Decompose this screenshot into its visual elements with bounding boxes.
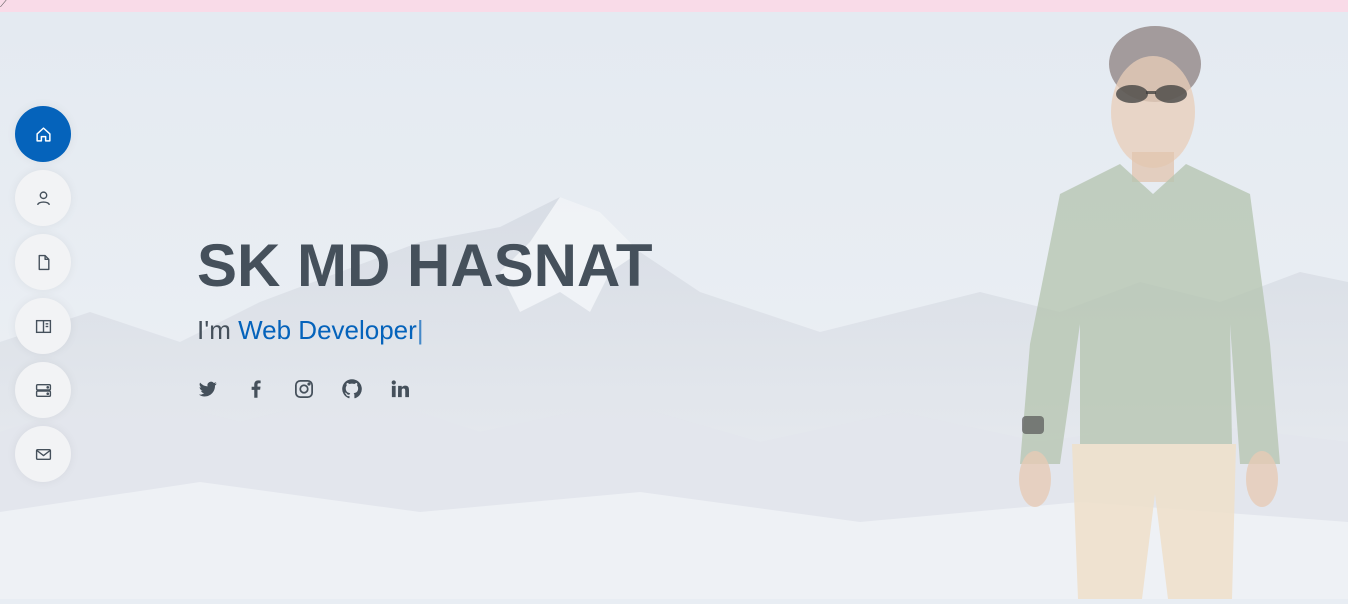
facebook-link[interactable] xyxy=(245,378,267,400)
twitter-link[interactable] xyxy=(197,378,219,400)
hero-text: SK MD HASNAT I'm Web Developer| xyxy=(197,230,653,346)
server-icon xyxy=(35,383,51,397)
nav-services-button[interactable] xyxy=(15,362,71,418)
profile-photo xyxy=(1000,24,1290,599)
typed-cursor: | xyxy=(416,315,424,345)
linkedin-link[interactable] xyxy=(389,378,411,400)
github-icon xyxy=(342,379,362,399)
facebook-icon xyxy=(251,380,261,398)
social-links xyxy=(197,378,411,400)
nav-about-button[interactable] xyxy=(15,170,71,226)
twitter-icon xyxy=(198,381,217,397)
nav-contact-button[interactable] xyxy=(15,426,71,482)
linkedin-icon xyxy=(391,380,409,398)
instagram-icon xyxy=(295,380,313,398)
book-half-icon xyxy=(35,319,51,333)
instagram-link[interactable] xyxy=(293,378,315,400)
person-icon xyxy=(36,190,50,205)
cursor-mark: ⟋ xyxy=(0,0,7,10)
hero-prefix: I'm xyxy=(197,315,239,345)
top-bar xyxy=(0,0,1348,12)
nav-home-button[interactable] xyxy=(15,106,71,162)
side-nav xyxy=(15,106,71,490)
hero-subtitle: I'm Web Developer| xyxy=(197,314,653,346)
hero-name: SK MD HASNAT xyxy=(197,232,653,299)
envelope-icon xyxy=(35,448,51,460)
file-icon xyxy=(38,254,50,270)
nav-portfolio-button[interactable] xyxy=(15,298,71,354)
github-link[interactable] xyxy=(341,378,363,400)
nav-resume-button[interactable] xyxy=(15,234,71,290)
hero-typed-role: Web Developer xyxy=(238,315,417,345)
home-icon xyxy=(35,126,51,142)
